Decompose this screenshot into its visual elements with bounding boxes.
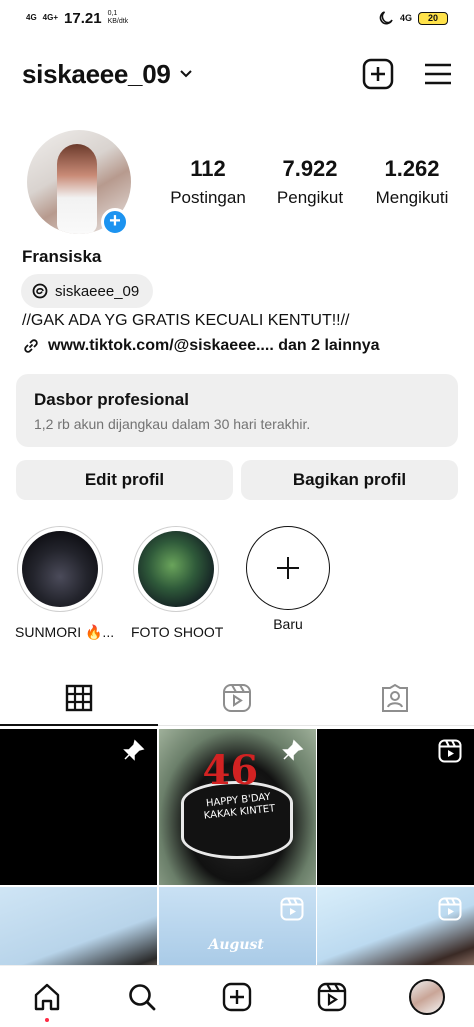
threads-icon <box>32 283 48 299</box>
followers-label: Pengikut <box>276 188 344 207</box>
search-icon <box>129 983 156 1010</box>
account-switcher[interactable]: siskaeee_09 <box>22 59 193 90</box>
header-actions <box>362 58 452 90</box>
following-count: 1.262 <box>384 156 440 181</box>
nav-create[interactable] <box>207 972 267 1022</box>
network-indicator-1: 4G <box>26 13 37 22</box>
reels-icon <box>223 683 251 712</box>
username: siskaeee_09 <box>22 58 171 89</box>
highlight-cover <box>138 531 214 607</box>
reels-icon <box>438 739 462 763</box>
speed-value: 0,1 <box>107 10 118 17</box>
professional-dashboard[interactable]: Dasbor profesional 1,2 rb akun dijangkau… <box>16 374 458 447</box>
highlight-label: SUNMORI 🔥... <box>15 624 115 640</box>
followers-count: 7.922 <box>282 156 338 181</box>
battery-icon: 20 <box>418 11 448 25</box>
stat-followers[interactable]: 7.922 Pengikut <box>262 156 358 208</box>
tab-reels[interactable] <box>158 670 316 725</box>
status-bar: 4G 4G+ 17.21 0,1 KB/dtk 4G 20 <box>0 0 474 36</box>
tagged-icon <box>382 683 408 712</box>
pin-icon <box>123 739 145 761</box>
profile-header: siskaeee_09 <box>0 52 474 96</box>
stat-following[interactable]: 1.262 Mengikuti <box>364 156 460 208</box>
home-icon <box>35 983 60 1010</box>
network-indicator-2: 4G+ <box>42 13 59 22</box>
bio: //GAK ADA YG GRATIS KECUALI KENTUT!!// <box>22 312 350 329</box>
share-profile-button[interactable]: Bagikan profil <box>241 460 458 500</box>
moon-icon <box>379 11 393 25</box>
network-indicator-3: 4G <box>399 13 412 23</box>
full-name: Fransiska <box>22 247 102 266</box>
speed-unit: KB/dtk <box>107 18 129 25</box>
reels-icon <box>438 897 462 921</box>
clock: 17.21 <box>64 9 102 27</box>
nav-profile[interactable] <box>397 972 457 1022</box>
network-speed: 0,1 KB/dtk <box>108 10 129 26</box>
nav-reels[interactable] <box>302 972 362 1022</box>
highlight-ring <box>133 526 219 612</box>
menu-button[interactable] <box>424 62 452 86</box>
profile-actions: Edit profil Bagikan profil <box>16 460 458 500</box>
posts-label: Postingan <box>170 188 246 207</box>
highlight-foto-shoot[interactable]: FOTO SHOOT <box>131 526 224 640</box>
stat-posts[interactable]: 112 Postingan <box>160 156 256 208</box>
post-thumbnail[interactable] <box>0 729 157 885</box>
menu-icon <box>425 63 451 85</box>
dashboard-title: Dasbor profesional <box>34 390 189 409</box>
status-right: 4G 20 <box>378 10 448 26</box>
following-label: Mengikuti <box>375 188 449 207</box>
notification-dot <box>45 1017 50 1022</box>
new-highlight-button[interactable] <box>246 526 330 610</box>
post-thumbnail[interactable]: 46 HAPPY B'DAY KAKAK KINTET <box>158 729 316 885</box>
create-icon <box>222 982 252 1011</box>
profile-stats: 112 Postingan 7.922 Pengikut 1.262 Mengi… <box>160 156 460 208</box>
posts-count: 112 <box>190 156 226 181</box>
profile-link[interactable]: www.tiktok.com/@siskaeee.... dan 2 lainn… <box>22 337 380 355</box>
highlight-ring <box>17 526 103 612</box>
highlight-new[interactable]: Baru <box>243 526 333 632</box>
create-icon <box>362 58 394 90</box>
threads-handle: siskaeee_09 <box>55 282 140 300</box>
profile-avatar-wrap[interactable]: + <box>27 130 131 236</box>
highlight-sunmori[interactable]: SUNMORI 🔥... <box>15 526 115 641</box>
tab-posts[interactable] <box>0 670 158 726</box>
sky-text: August <box>208 937 264 953</box>
profile-link-text: www.tiktok.com/@siskaeee.... dan 2 lainn… <box>48 337 380 354</box>
battery-level: 20 <box>427 13 438 23</box>
pin-icon <box>281 739 303 761</box>
nav-search[interactable] <box>112 972 172 1022</box>
reels-icon <box>317 982 346 1011</box>
reels-icon <box>280 897 303 921</box>
highlight-label: FOTO SHOOT <box>131 624 224 640</box>
profile-avatar <box>408 978 445 1015</box>
add-story-icon[interactable]: + <box>101 208 129 236</box>
chevron-down-icon <box>179 70 192 78</box>
cake-number: 46 <box>202 747 259 794</box>
post-thumbnail[interactable] <box>317 729 474 885</box>
threads-badge[interactable]: siskaeee_09 <box>21 274 154 308</box>
link-icon <box>24 339 38 353</box>
grid-icon <box>65 684 93 711</box>
highlight-cover <box>22 531 98 607</box>
nav-home[interactable] <box>17 972 77 1022</box>
dashboard-subtitle: 1,2 rb akun dijangkau dalam 30 hari tera… <box>34 416 311 432</box>
edit-profile-button[interactable]: Edit profil <box>16 460 233 500</box>
plus-icon <box>277 557 299 579</box>
content-tabs <box>0 670 474 726</box>
tab-tagged[interactable] <box>316 670 474 725</box>
highlight-label: Baru <box>273 616 303 632</box>
create-button[interactable] <box>362 58 394 90</box>
status-left: 4G 4G+ 17.21 0,1 KB/dtk <box>26 10 128 27</box>
bottom-navigation <box>0 965 474 1027</box>
